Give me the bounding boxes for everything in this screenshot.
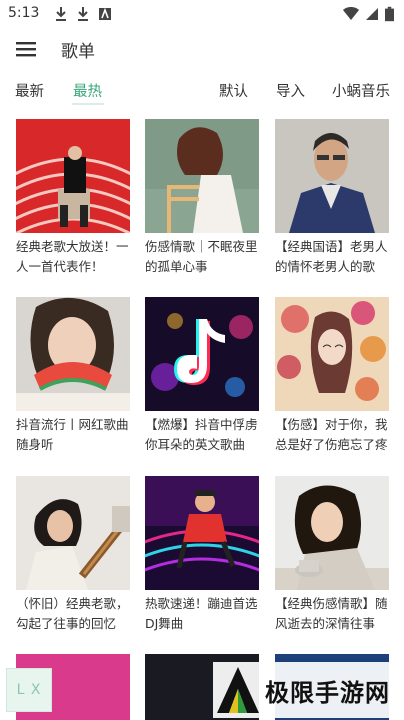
playlist-cover[interactable] bbox=[145, 297, 259, 411]
tab-latest[interactable]: 最新 bbox=[15, 80, 44, 101]
battery-icon bbox=[385, 6, 394, 22]
playlist-cover[interactable] bbox=[16, 119, 130, 233]
tab-hot[interactable]: 最热 bbox=[73, 80, 102, 101]
playlist-title[interactable]: 伤感情歌｜不眠夜里的孤单心事 bbox=[145, 237, 263, 277]
playlist-card[interactable]: 【经典伤感情歌】随风逝去的深情往事 bbox=[275, 476, 391, 634]
menu-icon[interactable] bbox=[16, 40, 36, 58]
import-button[interactable]: 导入 bbox=[276, 80, 305, 101]
watermark-text: 极限手游网 bbox=[265, 677, 390, 707]
playlist-title[interactable]: 【伤感】对于你，我总是好了伤疤忘了疼 bbox=[275, 415, 393, 455]
playlist-cover[interactable] bbox=[16, 297, 130, 411]
playlist-card[interactable]: 伤感情歌｜不眠夜里的孤单心事 bbox=[145, 119, 261, 277]
wifi-icon bbox=[343, 7, 359, 20]
playlist-card[interactable]: 抖音流行丨网红歌曲随身听 bbox=[16, 297, 132, 455]
status-time: 5:13 bbox=[8, 5, 40, 21]
playlist-cover[interactable] bbox=[145, 476, 259, 590]
app-bar: 歌单 bbox=[0, 30, 404, 70]
download-icon bbox=[56, 7, 66, 21]
playlist-title[interactable]: 【燃爆】抖音中俘虏你耳朵的英文歌曲 bbox=[145, 415, 263, 455]
app-notification-icon bbox=[99, 7, 111, 20]
download-icon bbox=[78, 7, 88, 21]
cell-signal-icon bbox=[366, 8, 378, 20]
sort-default-button[interactable]: 默认 bbox=[219, 80, 248, 101]
playlist-cover[interactable] bbox=[145, 119, 259, 233]
playlist-cover[interactable] bbox=[16, 476, 130, 590]
playlist-card[interactable]: 热歌速递！蹦迪首选DJ舞曲 bbox=[145, 476, 261, 634]
lx-app-icon[interactable]: L X bbox=[6, 668, 52, 712]
playlist-title[interactable]: 抖音流行丨网红歌曲随身听 bbox=[16, 415, 134, 455]
active-tab-indicator bbox=[72, 103, 104, 105]
page-title: 歌单 bbox=[61, 42, 95, 62]
watermark-logo-icon bbox=[217, 667, 259, 713]
playlist-card[interactable]: 【伤感】对于你，我总是好了伤疤忘了疼 bbox=[275, 297, 391, 455]
playlist-title[interactable]: 经典老歌大放送！一人一首代表作！ bbox=[16, 237, 134, 277]
playlist-card[interactable]: （怀旧）经典老歌，勾起了往事的回忆 bbox=[16, 476, 132, 634]
playlist-cover[interactable] bbox=[275, 476, 389, 590]
status-bar: 5:13 bbox=[0, 0, 404, 30]
playlist-card[interactable]: 经典老歌大放送！一人一首代表作！ bbox=[16, 119, 132, 277]
notification-icons bbox=[54, 6, 112, 22]
site-watermark: 极限手游网 bbox=[213, 662, 403, 718]
playlist-title[interactable]: （怀旧）经典老歌，勾起了往事的回忆 bbox=[16, 594, 134, 634]
playlist-card[interactable]: 【燃爆】抖音中俘虏你耳朵的英文歌曲 bbox=[145, 297, 261, 455]
playlist-cover[interactable] bbox=[275, 297, 389, 411]
playlist-cover[interactable] bbox=[275, 119, 389, 233]
playlist-title[interactable]: 【经典国语】老男人的情怀老男人的歌 bbox=[275, 237, 393, 277]
playlist-card[interactable]: 【经典国语】老男人的情怀老男人的歌 bbox=[275, 119, 391, 277]
playlist-title[interactable]: 热歌速递！蹦迪首选DJ舞曲 bbox=[145, 594, 263, 634]
system-icons bbox=[343, 6, 394, 22]
source-select-button[interactable]: 小蜗音乐 bbox=[332, 80, 390, 101]
sort-tabs-bar: 最新 最热 默认 导入 小蜗音乐 bbox=[0, 76, 404, 106]
playlist-title[interactable]: 【经典伤感情歌】随风逝去的深情往事 bbox=[275, 594, 393, 634]
